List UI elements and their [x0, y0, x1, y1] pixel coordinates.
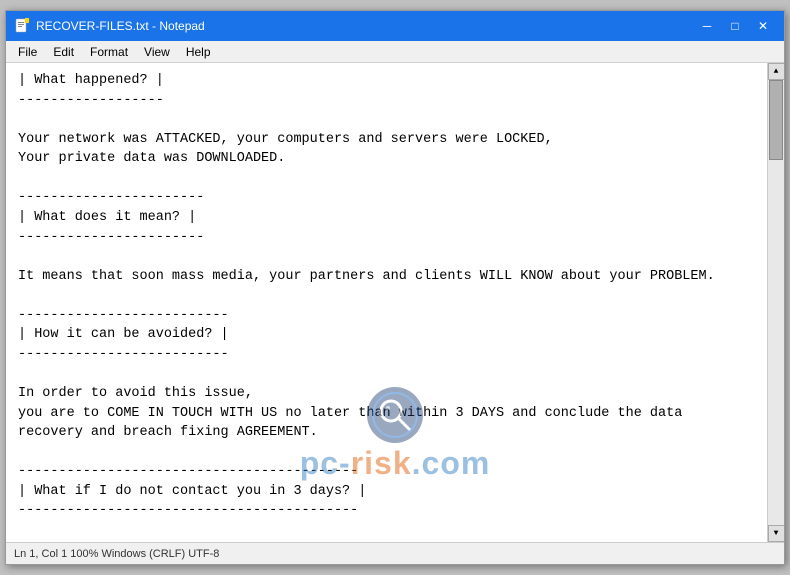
menu-help[interactable]: Help [178, 43, 219, 61]
close-button[interactable]: ✕ [750, 16, 776, 36]
text-editor[interactable]: | What happened? | ------------------ Yo… [6, 63, 767, 542]
notepad-icon [14, 18, 30, 34]
maximize-button[interactable]: □ [722, 16, 748, 36]
status-text: Ln 1, Col 1 100% Windows (CRLF) UTF-8 [14, 548, 219, 560]
title-bar-text: RECOVER-FILES.txt - Notepad [36, 19, 694, 33]
scroll-down-arrow[interactable]: ▼ [768, 525, 785, 542]
minimize-button[interactable]: ─ [694, 16, 720, 36]
menu-bar: File Edit Format View Help [6, 41, 784, 63]
scroll-up-arrow[interactable]: ▲ [768, 63, 785, 80]
notepad-window: RECOVER-FILES.txt - Notepad ─ □ ✕ File E… [5, 10, 785, 565]
scrollbar-vertical[interactable]: ▲ ▼ [767, 63, 784, 542]
status-bar: Ln 1, Col 1 100% Windows (CRLF) UTF-8 [6, 542, 784, 564]
scroll-thumb[interactable] [769, 80, 783, 160]
scroll-track[interactable] [768, 80, 784, 525]
title-bar-buttons: ─ □ ✕ [694, 16, 776, 36]
editor-area: | What happened? | ------------------ Yo… [6, 63, 784, 542]
menu-view[interactable]: View [136, 43, 178, 61]
menu-edit[interactable]: Edit [45, 43, 82, 61]
menu-format[interactable]: Format [82, 43, 136, 61]
menu-file[interactable]: File [10, 43, 45, 61]
title-bar: RECOVER-FILES.txt - Notepad ─ □ ✕ [6, 11, 784, 41]
